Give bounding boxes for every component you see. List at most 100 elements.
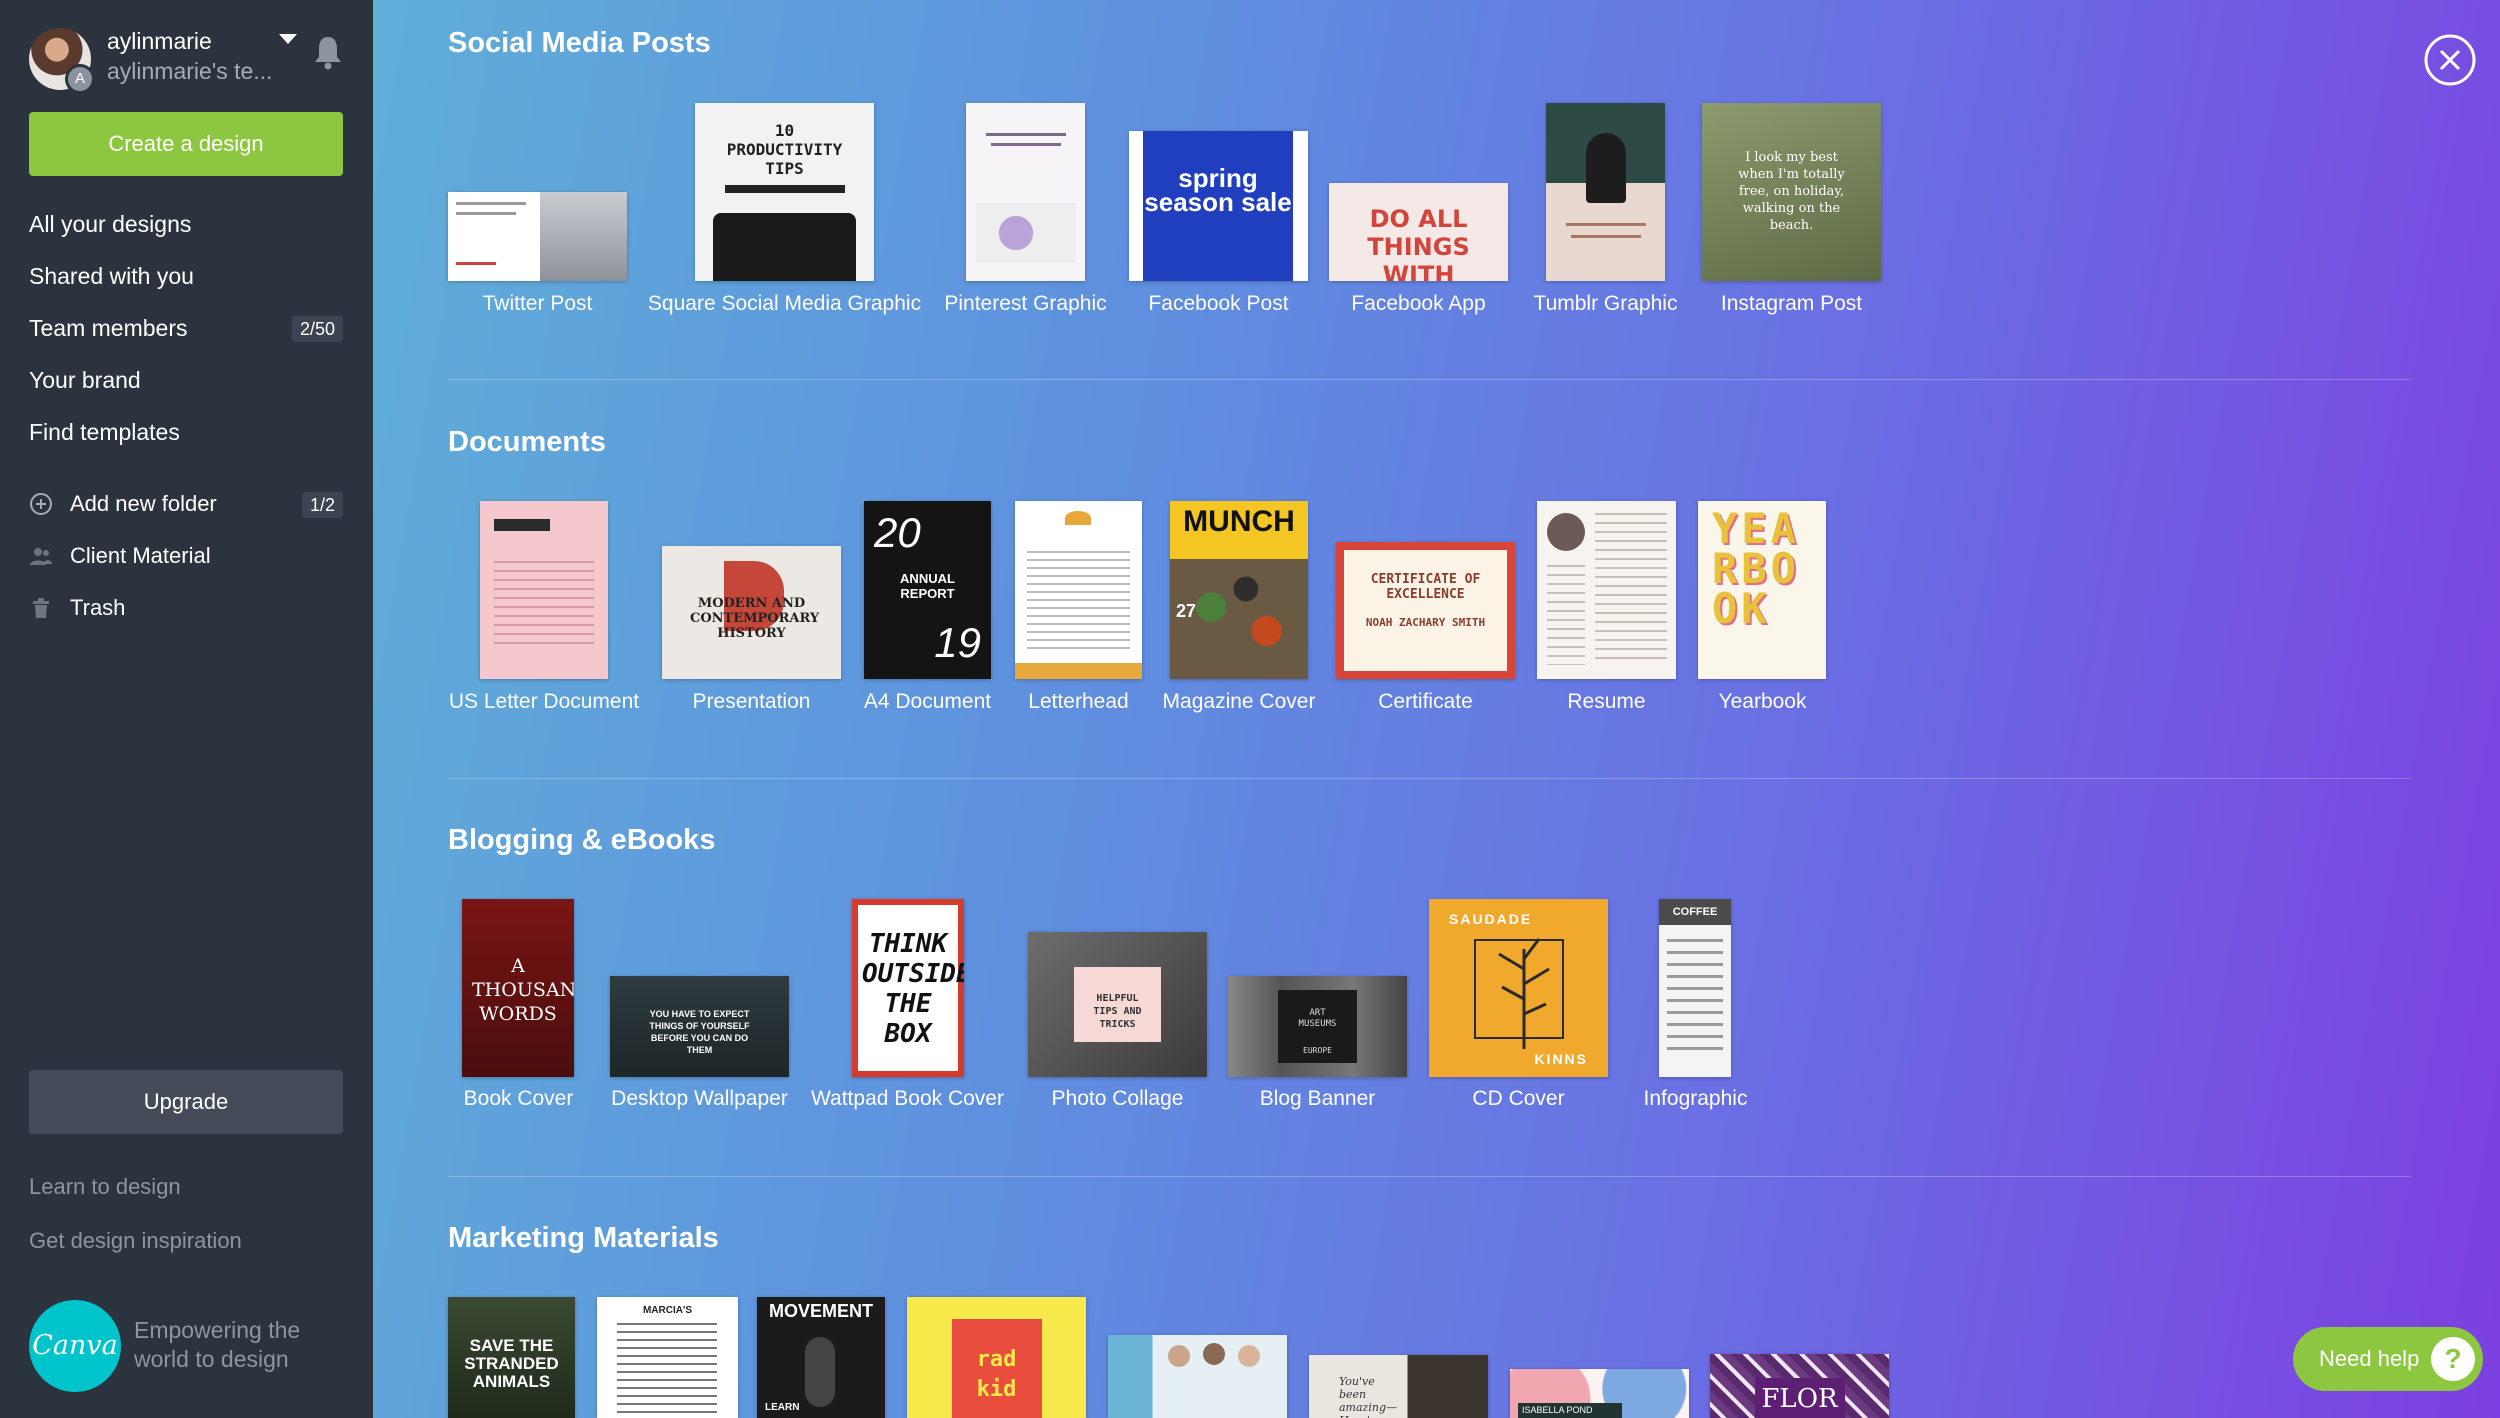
thumbnail: rad kid	[907, 1297, 1086, 1418]
people-icon	[30, 548, 52, 565]
thumbnail	[448, 192, 627, 281]
thumbnail-text: NOAH ZACHARY SMITH	[1365, 616, 1486, 629]
thumbnail: FLOR	[1710, 1354, 1889, 1418]
thumbnail-text: THINK OUTSIDE THE BOX	[862, 929, 964, 1049]
sidebar-item-brand[interactable]: Your brand	[29, 362, 343, 414]
template-label: Infographic	[1643, 1087, 1748, 1110]
thumbnail-text: A THOUSAND WORDS	[472, 955, 574, 1025]
template-label: Square Social Media Graphic	[647, 292, 922, 315]
nav-label: Your brand	[29, 367, 141, 393]
template-label: Facebook Post	[1148, 292, 1289, 315]
team-name[interactable]: aylinmarie's te...	[107, 58, 272, 85]
question-icon: ?	[2431, 1337, 2475, 1381]
thumbnail: You've been amazing—Here's a	[1309, 1355, 1488, 1418]
template-label: Yearbook	[1718, 690, 1807, 713]
design-inspiration-link[interactable]: Get design inspiration	[29, 1228, 242, 1254]
thumbnail-text: MODERN AND CONTEMPORARY HISTORY	[690, 596, 820, 641]
thumbnail: ART MUSEUMS EUROPE	[1228, 976, 1407, 1077]
thumbnail: MARCIA'S	[597, 1297, 738, 1418]
section-divider	[448, 379, 2411, 380]
team-count-badge: 2/50	[291, 316, 343, 342]
thumbnail-text: YEARBOOK	[1712, 504, 1800, 633]
thumbnail	[1108, 1335, 1287, 1418]
trash-icon	[33, 598, 49, 618]
thumbnail-text: spring season sale	[1144, 163, 1292, 217]
create-design-button[interactable]: Create a design	[29, 112, 343, 176]
canva-logo[interactable]: Canva	[29, 1300, 121, 1392]
learn-to-design-link[interactable]: Learn to design	[29, 1174, 181, 1200]
template-label: Wattpad Book Cover	[811, 1087, 1004, 1110]
nav-label: Shared with you	[29, 263, 194, 289]
sidebar: A aylinmarie aylinmarie's te... Create a…	[0, 0, 373, 1418]
thumbnail: I look my best when I'm totally free, on…	[1702, 103, 1881, 281]
thumbnail-text: 10 PRODUCTIVITY TIPS	[726, 121, 843, 178]
thumbnail-text: LEARN	[765, 1402, 800, 1413]
folder-label: Add new folder	[70, 491, 217, 516]
section-title-blogging: Blogging & eBooks	[448, 824, 716, 856]
close-icon[interactable]	[2423, 33, 2477, 87]
thumbnail: THINK OUTSIDE THE BOX	[852, 899, 964, 1077]
thumbnail: COFFEE	[1659, 899, 1731, 1077]
section-divider	[448, 1176, 2411, 1177]
sidebar-item-shared[interactable]: Shared with you	[29, 258, 343, 310]
section-divider	[448, 778, 2411, 779]
plus-circle-icon	[30, 493, 52, 515]
bell-icon[interactable]	[312, 34, 344, 70]
chevron-down-icon[interactable]	[279, 34, 297, 44]
thumbnail-text: You've been amazing—Here's a	[1339, 1375, 1397, 1418]
thumbnail-text: MUNCH	[1183, 505, 1295, 538]
template-label: Instagram Post	[1720, 292, 1863, 315]
thumbnail: SAVE THE STRANDED ANIMALS	[448, 1297, 575, 1418]
need-help-button[interactable]: Need help ?	[2293, 1327, 2483, 1391]
thumbnail	[1546, 103, 1665, 281]
thumbnail: 10 PRODUCTIVITY TIPS	[695, 103, 874, 281]
avatar-badge: A	[65, 64, 95, 94]
folder-trash[interactable]: Trash	[29, 590, 343, 642]
template-label: Twitter Post	[482, 292, 593, 315]
template-label: Tumblr Graphic	[1533, 292, 1678, 315]
folder-label: Trash	[70, 595, 126, 620]
thumbnail-text: HELPFUL TIPS AND TRICKS	[1093, 993, 1142, 1030]
thumbnail-text: 27	[1176, 601, 1197, 621]
folder-client-material[interactable]: Client Material	[29, 538, 343, 590]
sidebar-nav: All your designs Shared with you Team me…	[29, 206, 343, 466]
thumbnail: MUNCH 27	[1170, 501, 1308, 679]
user-name[interactable]: aylinmarie	[107, 28, 212, 55]
nav-label: Team members	[29, 315, 188, 341]
template-label: CD Cover	[1472, 1087, 1565, 1110]
sidebar-item-templates[interactable]: Find templates	[29, 414, 343, 466]
thumbnail-text: 20	[874, 509, 921, 556]
thumbnail: HELPFUL TIPS AND TRICKS	[1028, 932, 1207, 1077]
thumbnail: MOVEMENT LEARN	[757, 1297, 885, 1418]
sidebar-item-team-members[interactable]: Team members 2/50	[29, 310, 343, 362]
thumbnail: CERTIFICATE OF EXCELLENCE NOAH ZACHARY S…	[1336, 542, 1515, 679]
upgrade-button[interactable]: Upgrade	[29, 1070, 343, 1134]
need-help-label: Need help	[2319, 1346, 2420, 1371]
thumbnail	[1537, 501, 1676, 679]
thumbnail: ISABELLA POND	[1510, 1369, 1689, 1418]
thumbnail: SAUDADE KINNS	[1429, 899, 1608, 1077]
folder-count-badge: 1/2	[301, 492, 343, 518]
template-label: Photo Collage	[1051, 1087, 1184, 1110]
thumbnail-text: I look my best when I'm totally free, on…	[1738, 150, 1845, 233]
thumbnail: 20 ANNUAL REPORT 19	[864, 501, 991, 679]
section-title-marketing: Marketing Materials	[448, 1222, 719, 1254]
user-menu[interactable]: A aylinmarie aylinmarie's te...	[29, 24, 359, 94]
thumbnail-text: COFFEE	[1672, 906, 1718, 918]
thumbnail	[480, 501, 608, 679]
thumbnail-text: KINNS	[1534, 1051, 1588, 1067]
thumbnail: MODERN AND CONTEMPORARY HISTORY	[662, 546, 841, 679]
template-browser: Social Media Posts Twitter Post 10 PRODU…	[373, 0, 2500, 1418]
add-folder-button[interactable]: Add new folder 1/2	[29, 486, 343, 538]
sidebar-item-all-designs[interactable]: All your designs	[29, 206, 343, 258]
thumbnail: spring season sale	[1129, 131, 1308, 281]
thumbnail: YEARBOOK	[1698, 501, 1826, 679]
thumbnail: DO ALL THINGS WITH LOVE	[1329, 183, 1508, 281]
plant-graphic	[1498, 938, 1550, 1049]
thumbnail-text: ISABELLA POND	[1522, 1405, 1593, 1415]
thumbnail-text: DO ALL THINGS WITH LOVE	[1367, 205, 1470, 281]
template-label: US Letter Document	[448, 690, 640, 713]
thumbnail-text: MOVEMENT	[768, 1301, 873, 1321]
thumbnail-text: SAVE THE STRANDED ANIMALS	[464, 1336, 559, 1391]
thumbnail-text: CERTIFICATE OF EXCELLENCE	[1370, 572, 1481, 602]
